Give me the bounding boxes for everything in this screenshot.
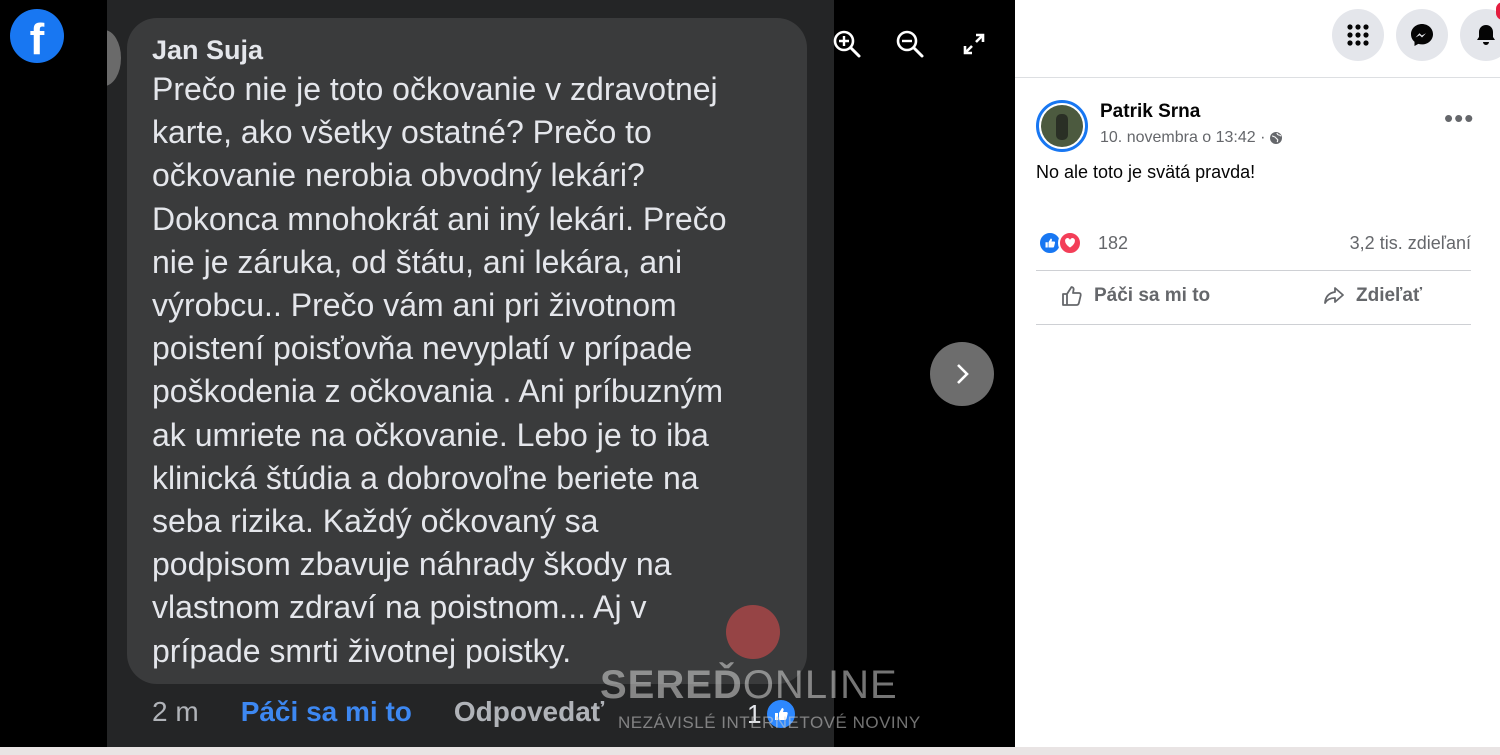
commenter-name: Jan Suja	[152, 35, 264, 65]
post-panel: Patrik Srna 10. novembra o 13:42 · ••• N…	[1015, 0, 1500, 755]
thumbs-up-icon	[1062, 286, 1082, 306]
comment-reply-link: Odpovedať	[453, 696, 605, 727]
divider	[1036, 324, 1471, 325]
comment-line: očkovanie nerobia obvodný lekári?	[152, 157, 645, 194]
comment-line: Dokonca mnohokrát ani iný lekári. Prečo	[152, 200, 727, 237]
comment-line: ak umriete na očkovanie. Lebo je to iba	[152, 416, 709, 453]
messenger-button[interactable]	[1396, 9, 1448, 61]
comment-text: Prečo nie je toto očkovanie v zdravotnej…	[152, 68, 781, 673]
notifications-button[interactable]	[1460, 9, 1500, 61]
post-stats: 182 3,2 tis. zdieľaní	[1036, 230, 1471, 258]
menu-grid-icon	[1347, 24, 1369, 46]
post-date[interactable]: 10. novembra o 13:42 ·	[1100, 129, 1265, 147]
comment-line: výrobcu.. Prečo vám ani pri životnom	[152, 287, 677, 324]
share-button[interactable]: Zdieľať	[1322, 284, 1422, 308]
divider	[1036, 270, 1471, 271]
menu-grid-button[interactable]	[1332, 9, 1384, 61]
chevron-right-icon	[957, 364, 969, 384]
comment-line: karte, ako všetky ostatné? Prečo to	[152, 114, 652, 151]
notification-badge	[1496, 2, 1500, 20]
share-button-label: Zdieľať	[1356, 285, 1423, 306]
comment-like-link: Páči sa mi to	[240, 696, 412, 727]
fullscreen-icon[interactable]	[956, 26, 992, 62]
messenger-icon	[1411, 24, 1433, 46]
comment-line: poistení poisťovňa nevyplatí v prípade	[152, 330, 693, 367]
comment-line: Prečo nie je toto očkovanie v zdravotnej	[152, 71, 718, 107]
post-text: No ale toto je svätá pravda!	[1036, 162, 1256, 182]
watermark-subtitle: NEZÁVISLÉ INTERNETOVÉ NOVINY	[618, 713, 921, 732]
comment-actions: 2 m Páči sa mi to Odpovedať	[152, 696, 604, 728]
share-icon	[1324, 287, 1344, 304]
bell-icon	[1477, 25, 1495, 45]
comment-line: nie je záruka, od štátu, ani lekára, ani	[152, 243, 683, 280]
comment-time: 2 m	[152, 696, 199, 727]
watermark-logo-icon	[726, 605, 780, 659]
comment-line: klinická štúdia a dobrovoľne beriete na	[152, 459, 699, 496]
facebook-logo-icon[interactable]: f	[10, 9, 64, 63]
bottom-strip	[0, 747, 1500, 755]
commenter-avatar	[107, 30, 121, 86]
watermark-title: SEREĎONLINE	[600, 663, 898, 707]
post-actions: Páči sa mi to Zdieľať	[1036, 272, 1471, 324]
next-photo-button[interactable]	[930, 342, 994, 406]
top-bar	[1015, 0, 1500, 78]
photo-viewer: f Jan Suja Prečo nie je toto očkovanie v…	[0, 0, 1015, 755]
comment-line: podpisom zbavuje náhrady škody na	[152, 546, 672, 583]
zoom-in-icon[interactable]	[829, 26, 865, 62]
comment-line: poškodenia z očkovania . Ani príbuzným	[152, 373, 723, 410]
globe-icon	[1270, 132, 1283, 144]
like-button-label: Páči sa mi to	[1094, 285, 1211, 306]
post-meta: 10. novembra o 13:42 ·	[1100, 129, 1283, 147]
watermark: SEREĎONLINE NEZÁVISLÉ INTERNETOVÉ NOVINY	[600, 605, 920, 735]
post-header: Patrik Srna 10. novembra o 13:42 · •••	[1036, 98, 1486, 154]
share-count[interactable]: 3,2 tis. zdieľaní	[1350, 233, 1471, 254]
like-button[interactable]: Páči sa mi to	[1060, 284, 1210, 308]
post-author[interactable]: Patrik Srna	[1100, 101, 1200, 123]
zoom-out-icon[interactable]	[892, 26, 928, 62]
reaction-icons[interactable]	[1038, 231, 1082, 255]
author-avatar[interactable]	[1036, 100, 1088, 152]
reaction-count[interactable]: 182	[1098, 233, 1128, 254]
love-reaction-icon	[1058, 231, 1082, 255]
comment-line: seba rizika. Každý očkovaný sa	[152, 503, 599, 540]
more-options-icon[interactable]: •••	[1444, 105, 1474, 131]
comment-bubble: Jan Suja Prečo nie je toto očkovanie v z…	[127, 18, 807, 684]
